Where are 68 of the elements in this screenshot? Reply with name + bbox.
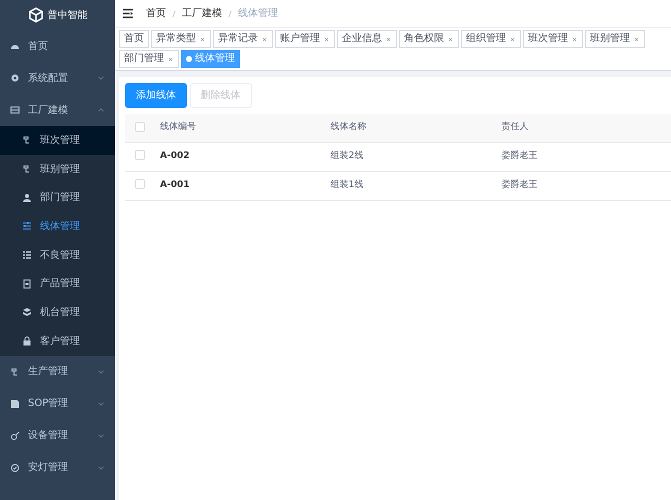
breadcrumb-link[interactable]: 首页 xyxy=(146,6,166,21)
sidebar-submenu-item[interactable]: 班次管理 xyxy=(0,126,115,155)
close-icon xyxy=(571,36,578,42)
sliders-icon xyxy=(22,221,32,232)
sidebar-menu-item[interactable]: 工厂建模 xyxy=(0,94,115,126)
sidebar-menu-item[interactable]: 设备管理 xyxy=(0,420,115,452)
sidebar-submenu-item[interactable]: 线体管理 xyxy=(0,212,115,241)
slash-separator-icon xyxy=(226,8,234,18)
close-icon xyxy=(447,36,454,42)
sidebar-menu-item[interactable]: SOP管理 xyxy=(0,388,115,420)
tree-icon xyxy=(10,366,20,376)
table-cell: A-001 xyxy=(160,180,190,190)
page-tab[interactable]: 角色权限 xyxy=(399,30,459,48)
close-icon xyxy=(323,36,330,42)
row-checkbox[interactable] xyxy=(135,150,145,160)
page-tab[interactable]: 首页 xyxy=(119,30,149,48)
cube-logo-icon xyxy=(28,7,44,23)
page-tab[interactable]: 企业信息 xyxy=(337,30,397,48)
sidebar-menu-item[interactable]: 生产管理 xyxy=(0,356,115,388)
sidebar-menu-item[interactable]: 安灯管理 xyxy=(0,452,115,484)
column-header: 责任人 xyxy=(501,122,528,132)
sidebar-submenu-item[interactable]: 产品管理 xyxy=(0,269,115,298)
document-icon xyxy=(10,398,20,408)
tree-icon xyxy=(22,164,32,174)
wrench-icon xyxy=(10,430,20,440)
lock-icon xyxy=(22,336,32,346)
table-cell: A-002 xyxy=(160,150,190,161)
grid-icon xyxy=(10,105,20,115)
page-tab[interactable]: 异常类型 xyxy=(151,30,211,48)
select-all-checkbox[interactable] xyxy=(135,122,145,132)
gear-icon xyxy=(10,73,20,83)
table-cell: 娄爵老王 xyxy=(501,180,538,190)
close-icon xyxy=(633,36,640,42)
box-icon xyxy=(22,278,32,289)
list-icon xyxy=(22,250,32,260)
person-icon xyxy=(22,192,32,203)
close-icon xyxy=(199,36,206,42)
close-icon xyxy=(509,36,516,42)
page-tab[interactable]: 账户管理 xyxy=(275,30,335,48)
page-tab[interactable]: 异常记录 xyxy=(213,30,273,48)
page-tab[interactable]: 组织管理 xyxy=(461,30,521,48)
sidebar-submenu-item[interactable]: 机台管理 xyxy=(0,298,115,327)
shield-icon xyxy=(10,462,20,472)
table-cell: 娄爵老王 xyxy=(501,150,538,161)
column-header: 线体名称 xyxy=(330,122,367,132)
breadcrumb-link[interactable]: 工厂建模 xyxy=(182,6,222,21)
sidebar-submenu-item[interactable]: 客户管理 xyxy=(0,326,115,356)
sidebar-menu-item[interactable]: 系统配置 xyxy=(0,62,115,94)
page-tab[interactable]: 班别管理 xyxy=(585,30,645,48)
close-icon xyxy=(167,56,174,62)
sidebar-submenu-item[interactable]: 部门管理 xyxy=(0,183,115,212)
sidebar-menu-item[interactable]: 首页 xyxy=(0,30,115,62)
logo-text: 普中智能 xyxy=(48,8,88,22)
sidebar-submenu-item[interactable]: 不良管理 xyxy=(0,240,115,270)
layers-icon xyxy=(22,307,32,318)
menu-icon[interactable] xyxy=(123,8,134,19)
sidebar-submenu-item[interactable]: 班别管理 xyxy=(0,154,115,184)
page-tab[interactable]: 班次管理 xyxy=(523,30,583,48)
active-dot-icon xyxy=(186,56,192,62)
row-checkbox[interactable] xyxy=(135,179,145,190)
table-cell: 组装1线 xyxy=(330,180,364,190)
table-cell: 组装2线 xyxy=(330,150,364,161)
column-header: 线体编号 xyxy=(160,122,196,132)
close-icon xyxy=(261,36,268,42)
tree-icon xyxy=(22,135,32,146)
slash-separator-icon xyxy=(170,8,178,18)
page-tab[interactable]: 部门管理 xyxy=(119,50,179,68)
close-icon xyxy=(385,36,392,42)
